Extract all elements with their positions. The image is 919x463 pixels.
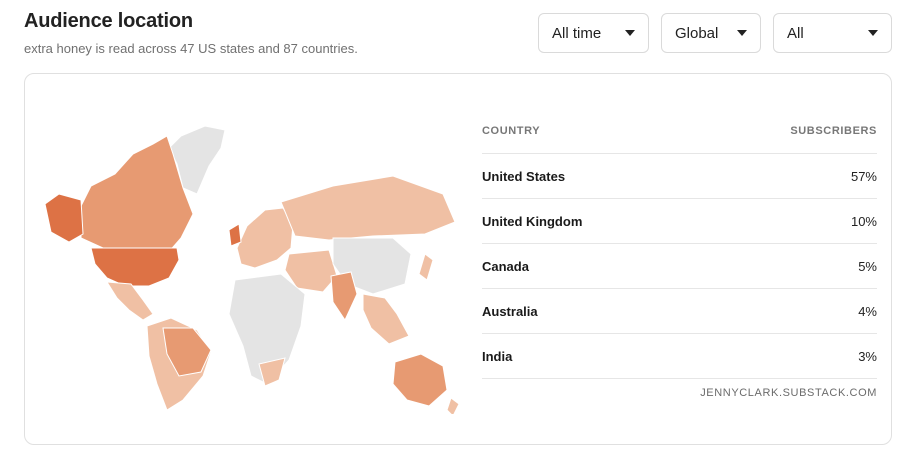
subscriber-percent: 4% xyxy=(858,303,877,319)
page-title: Audience location xyxy=(24,10,193,32)
country-name: United Kingdom xyxy=(482,213,583,229)
page-subtitle: extra honey is read across 47 US states … xyxy=(24,41,358,56)
table-row: Australia 4% xyxy=(482,289,877,334)
russia-region xyxy=(280,175,456,241)
japan-region xyxy=(418,253,434,281)
united-kingdom-region xyxy=(228,223,242,247)
subscribers-column-header: SUBSCRIBERS xyxy=(790,125,877,137)
country-column-header: COUNTRY xyxy=(482,125,541,137)
mexico-region xyxy=(106,281,154,321)
subscriber-percent: 5% xyxy=(858,258,877,274)
united-states-region xyxy=(90,247,180,287)
australia-region xyxy=(392,353,448,407)
subscriber-percent: 10% xyxy=(850,213,877,229)
subscriber-percent: 57% xyxy=(850,168,877,184)
table-header: COUNTRY SUBSCRIBERS xyxy=(482,109,877,154)
page-header: Audience location extra honey is read ac… xyxy=(24,10,358,56)
alaska-region xyxy=(44,193,84,243)
caret-down-icon xyxy=(868,30,878,36)
region-select[interactable]: Global xyxy=(661,13,761,53)
europe-region xyxy=(236,207,294,269)
source-url: JENNYCLARK.SUBSTACK.COM xyxy=(700,387,877,399)
table-row: Canada 5% xyxy=(482,244,877,289)
audience-location-card: COUNTRY SUBSCRIBERS United States 57% Un… xyxy=(24,73,892,445)
time-range-select[interactable]: All time xyxy=(538,13,649,53)
audience-value: All xyxy=(787,24,804,42)
table-row: United States 57% xyxy=(482,154,877,199)
filter-bar: All time Global All xyxy=(538,13,892,53)
southeast-asia-region xyxy=(362,293,410,345)
caret-down-icon xyxy=(737,30,747,36)
country-name: Canada xyxy=(482,258,529,274)
country-table: COUNTRY SUBSCRIBERS United States 57% Un… xyxy=(482,109,877,399)
country-name: United States xyxy=(482,168,566,184)
table-row: India 3% xyxy=(482,334,877,379)
india-region xyxy=(330,271,358,322)
country-name: India xyxy=(482,348,513,364)
new-zealand-region xyxy=(446,397,460,414)
audience-select[interactable]: All xyxy=(773,13,892,53)
time-range-value: All time xyxy=(552,24,602,42)
table-row: United Kingdom 10% xyxy=(482,199,877,244)
subscriber-percent: 3% xyxy=(858,348,877,364)
region-value: Global xyxy=(675,24,719,42)
country-name: Australia xyxy=(482,303,538,319)
world-map xyxy=(44,125,460,414)
caret-down-icon xyxy=(625,30,635,36)
